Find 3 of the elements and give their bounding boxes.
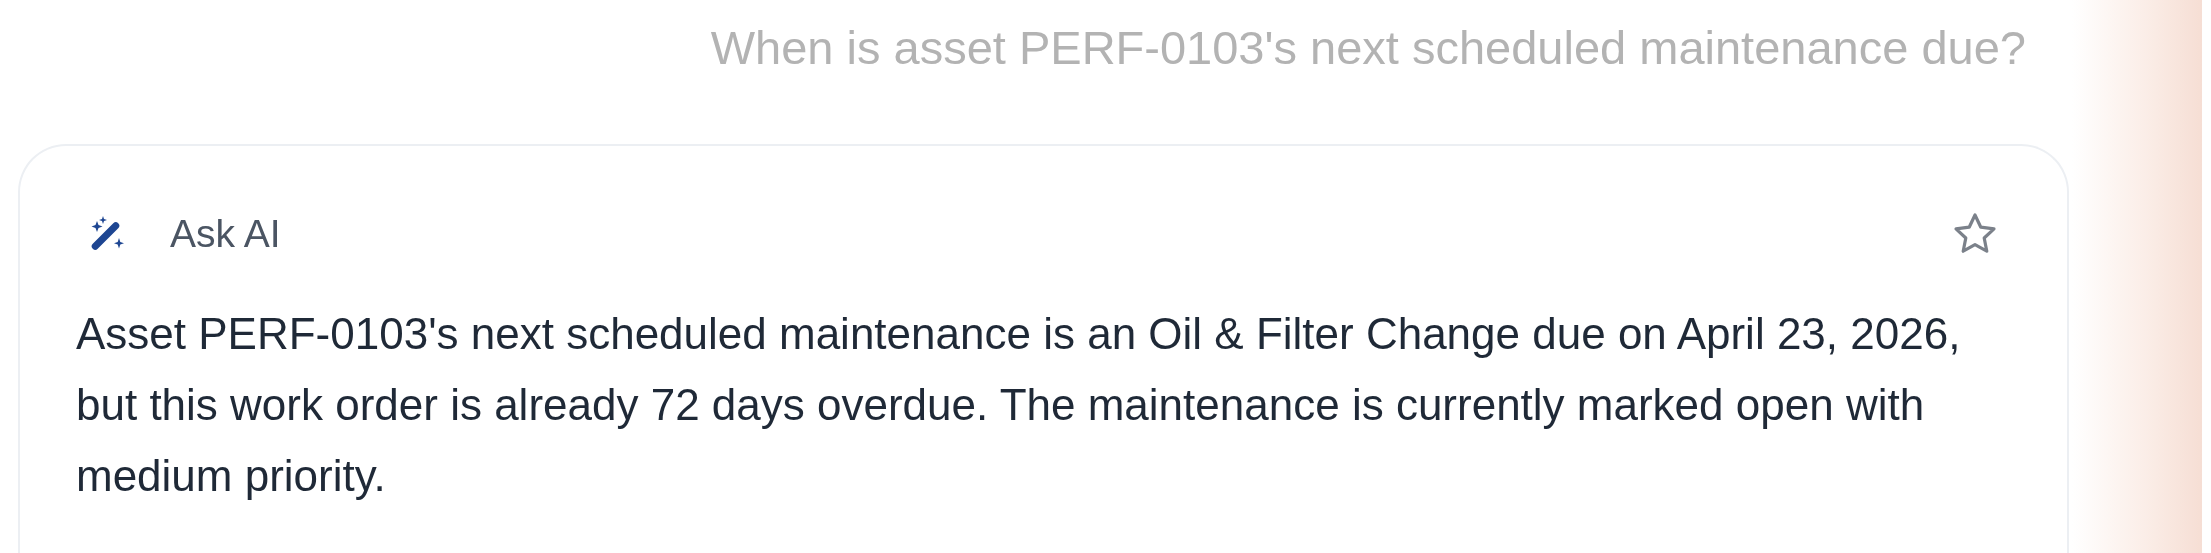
answer-text: Asset PERF-0103's next scheduled maintenance is an Oil & Filter Change due on April 23, 2026, but this work order is already 72 days overdue. The maintenance is currently marked open with medium priority. [76,308,1962,502]
card-title: Ask AI [170,212,282,256]
question-text: When is asset PERF-0103's next scheduled maintenance due? [710,24,2026,72]
